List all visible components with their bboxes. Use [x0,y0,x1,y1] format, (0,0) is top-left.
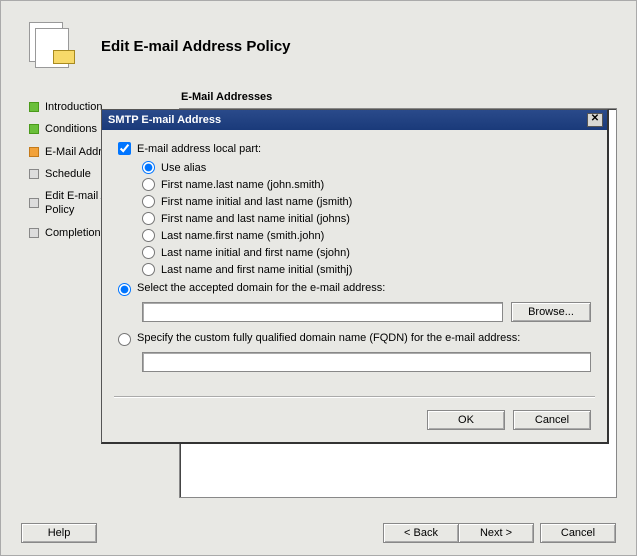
option-last-finitial[interactable] [142,263,155,276]
option-label: First name.last name (john.smith) [161,179,324,191]
local-part-checkbox[interactable] [118,142,131,155]
select-accepted-domain-label: Select the accepted domain for the e-mai… [137,282,385,294]
dialog-title: SMTP E-mail Address [108,114,587,126]
section-heading: E-Mail Addresses [181,91,272,103]
option-last-first[interactable] [142,229,155,242]
option-first-last[interactable] [142,178,155,191]
browse-button[interactable]: Browse... [511,302,591,322]
divider [114,396,595,398]
option-use-alias[interactable] [142,161,155,174]
page-title: Edit E-mail Address Policy [101,38,291,55]
option-label: Last name and first name initial (smithj… [161,264,352,276]
back-button[interactable]: < Back [383,523,459,543]
help-button[interactable]: Help [21,523,97,543]
specify-fqdn-label: Specify the custom fully qualified domai… [137,332,520,344]
option-label: First name and last name initial (johns) [161,213,350,225]
option-label: Last name.first name (smith.john) [161,230,324,242]
next-button[interactable]: Next > [458,523,534,543]
smtp-email-address-dialog: SMTP E-mail Address ✕ E-mail address loc… [101,109,609,444]
option-label: Use alias [161,162,206,174]
policy-icon [29,22,77,70]
step-label: Introduction [45,100,102,114]
local-part-label: E-mail address local part: [137,143,261,155]
option-first-linitial[interactable] [142,212,155,225]
cancel-button[interactable]: Cancel [540,523,616,543]
step-icon [29,102,39,112]
ok-button[interactable]: OK [427,410,505,430]
step-icon [29,198,39,208]
accepted-domain-field[interactable] [142,302,503,322]
fqdn-field[interactable] [142,352,591,372]
step-label: Schedule [45,167,91,181]
option-linitial-first[interactable] [142,246,155,259]
step-icon [29,228,39,238]
step-label: Completion [45,226,101,240]
step-icon [29,169,39,179]
option-label: Last name initial and first name (sjohn) [161,247,350,259]
option-label: First name initial and last name (jsmith… [161,196,352,208]
dialog-cancel-button[interactable]: Cancel [513,410,591,430]
close-icon[interactable]: ✕ [587,113,603,127]
step-icon [29,147,39,157]
step-icon [29,124,39,134]
select-accepted-domain-radio[interactable] [118,283,131,296]
step-label: Conditions [45,122,97,136]
specify-fqdn-radio[interactable] [118,333,131,346]
option-finitial-last[interactable] [142,195,155,208]
